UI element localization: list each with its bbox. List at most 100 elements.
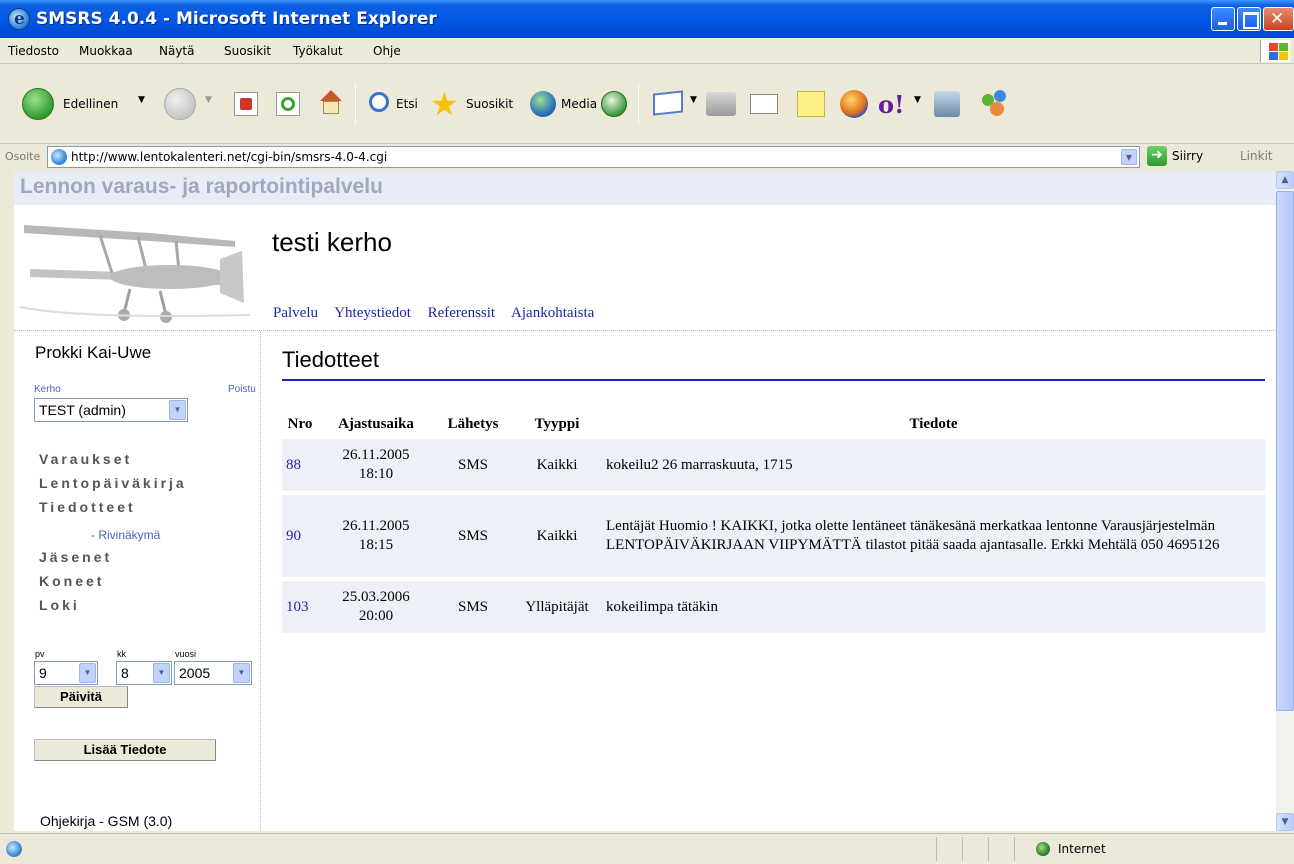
nav-referenssit[interactable]: Referenssit (428, 305, 495, 321)
col-tyyppi: Tyyppi (534, 415, 580, 432)
maximize-button[interactable] (1237, 7, 1261, 31)
update-button[interactable]: Päivitä (34, 686, 128, 708)
yahoo-icon[interactable]: o! (878, 90, 905, 119)
history-icon[interactable] (601, 91, 627, 117)
favorites-label[interactable]: Suosikit (466, 97, 513, 111)
media-label[interactable]: Media (561, 97, 597, 111)
go-arrow-icon[interactable]: ➜ (1147, 146, 1167, 166)
forward-arrow-icon[interactable] (164, 88, 196, 120)
contacts-icon[interactable] (980, 90, 1010, 118)
sidebar-item-jasenet[interactable]: Jäsenet (39, 549, 112, 565)
club-select[interactable]: TEST (admin) ▼ (34, 398, 188, 422)
row-date: 25.03.2006 (342, 589, 410, 605)
chevron-down-icon[interactable]: ▼ (79, 663, 96, 683)
row-clock: 18:10 (358, 466, 394, 482)
chevron-down-icon[interactable]: ▼ (233, 663, 250, 683)
menu-favorites[interactable]: Suosikit (224, 44, 271, 58)
menu-bar: Tiedosto Muokkaa Näytä Suosikit Työkalut… (0, 38, 1294, 64)
row-date: 26.11.2005 (342, 447, 410, 463)
add-announcement-button[interactable]: Lisää Tiedote (34, 739, 216, 761)
row-nro-link[interactable]: 103 (286, 599, 309, 615)
media-icon[interactable] (530, 91, 556, 117)
row-clock: 20:00 (358, 608, 394, 624)
menu-tools[interactable]: Työkalut (293, 44, 343, 58)
yahoo-dropdown-icon[interactable]: ▼ (914, 95, 921, 105)
forward-dropdown-icon[interactable]: ▼ (205, 95, 212, 105)
back-dropdown-icon[interactable]: ▼ (138, 95, 145, 105)
table-row: 103 25.03.2006 20:00 SMS Ylläpitäjät koke… (282, 579, 1265, 637)
chevron-down-icon[interactable]: ▼ (153, 663, 170, 683)
club-link[interactable]: Kerho (34, 384, 61, 395)
menu-edit[interactable]: Muokkaa (79, 44, 133, 58)
day-select[interactable]: 9 ▼ (34, 661, 98, 685)
mail-dropdown-icon[interactable]: ▼ (690, 95, 697, 105)
col-tiedote: Tiedote (909, 415, 958, 432)
home-icon[interactable] (318, 90, 344, 116)
row-time: 25.03.2006 20:00 (318, 579, 434, 637)
stop-icon[interactable] (234, 92, 258, 116)
menu-file[interactable]: Tiedosto (8, 44, 59, 58)
row-nro-link[interactable]: 90 (286, 528, 301, 544)
edit-icon[interactable] (750, 94, 778, 114)
address-url[interactable]: http://www.lentokalenteri.net/cgi-bin/sm… (71, 150, 387, 164)
address-label: Osoite (5, 150, 41, 163)
page-status-icon (6, 841, 22, 857)
back-label[interactable]: Edellinen (63, 97, 118, 111)
status-bar: Internet (0, 833, 1294, 864)
logout-link[interactable]: Poistu (228, 384, 256, 395)
sidebar-subitem-rivinakyma[interactable]: - Rivinäkymä (91, 528, 160, 542)
status-cell (962, 837, 963, 861)
address-input[interactable]: http://www.lentokalenteri.net/cgi-bin/sm… (47, 146, 1140, 168)
discuss-icon[interactable] (797, 91, 825, 117)
print-icon[interactable] (706, 92, 736, 116)
menu-view[interactable]: Näytä (159, 44, 195, 58)
search-label[interactable]: Etsi (396, 97, 418, 111)
sidebar-item-koneet[interactable]: Koneet (39, 573, 104, 589)
refresh-icon[interactable] (276, 92, 300, 116)
status-cell (1014, 837, 1015, 861)
toolbar: Edellinen ▼ ▼ Etsi ★ Suosikit Media ▼ o!… (0, 64, 1294, 144)
nav-yhteystiedot[interactable]: Yhteystiedot (334, 305, 411, 321)
favorites-star-icon[interactable]: ★ (430, 88, 459, 120)
nav-palvelu[interactable]: Palvelu (273, 305, 318, 321)
research-icon[interactable] (934, 91, 960, 117)
col-lahetys: Lähetys (447, 415, 499, 432)
go-label[interactable]: Siirry (1172, 149, 1203, 163)
row-nro-link[interactable]: 88 (286, 457, 301, 473)
scroll-down-icon[interactable]: ▼ (1276, 813, 1294, 831)
row-type: Kaikki (512, 439, 602, 495)
scroll-thumb[interactable] (1276, 191, 1294, 711)
year-select[interactable]: 2005 ▼ (174, 661, 252, 685)
address-dropdown-icon[interactable]: ▼ (1121, 149, 1137, 165)
sidebar-item-lentopaivakirja[interactable]: Lentopäiväkirja (39, 475, 187, 491)
chevron-down-icon[interactable]: ▼ (169, 400, 186, 420)
page-icon (51, 149, 67, 165)
vertical-scrollbar[interactable]: ▲ ▼ (1276, 171, 1294, 831)
col-ajastusaika: Ajastusaika (338, 415, 414, 432)
address-bar: Osoite http://www.lentokalenteri.net/cgi… (0, 144, 1294, 170)
announcements-table: Nro Ajastusaika Lähetys Tyyppi Tiedote 8… (282, 409, 1265, 637)
row-type: Ylläpitäjät (512, 579, 602, 637)
row-date: 26.11.2005 (342, 518, 410, 534)
menu-help[interactable]: Ohje (373, 44, 401, 58)
scroll-up-icon[interactable]: ▲ (1276, 171, 1294, 189)
close-button[interactable] (1263, 7, 1294, 31)
minimize-button[interactable] (1211, 7, 1235, 31)
month-select[interactable]: 8 ▼ (116, 661, 172, 685)
year-label: vuosi (175, 649, 197, 659)
page-title: Tiedotteet (282, 347, 380, 372)
help-link[interactable]: Ohjekirja - GSM (3.0) (40, 813, 172, 829)
messenger-icon[interactable] (840, 90, 868, 118)
sidebar-item-loki[interactable]: Loki (39, 597, 80, 613)
go-button[interactable]: ➜ Siirry (1147, 146, 1221, 168)
back-arrow-icon[interactable] (22, 88, 54, 120)
mail-icon[interactable] (653, 90, 683, 116)
club-select-value: TEST (admin) (39, 402, 126, 418)
nav-ajankohtaista[interactable]: Ajankohtaista (511, 305, 594, 321)
sidebar-item-tiedotteet[interactable]: Tiedotteet (39, 499, 136, 515)
links-label[interactable]: Linkit (1240, 149, 1273, 163)
sidebar-item-varaukset[interactable]: Varaukset (39, 451, 132, 467)
search-icon[interactable] (369, 92, 389, 112)
row-text: Lentäjät Huomio ! KAIKKI, jotka olette l… (602, 493, 1265, 581)
month-label: kk (117, 649, 126, 659)
